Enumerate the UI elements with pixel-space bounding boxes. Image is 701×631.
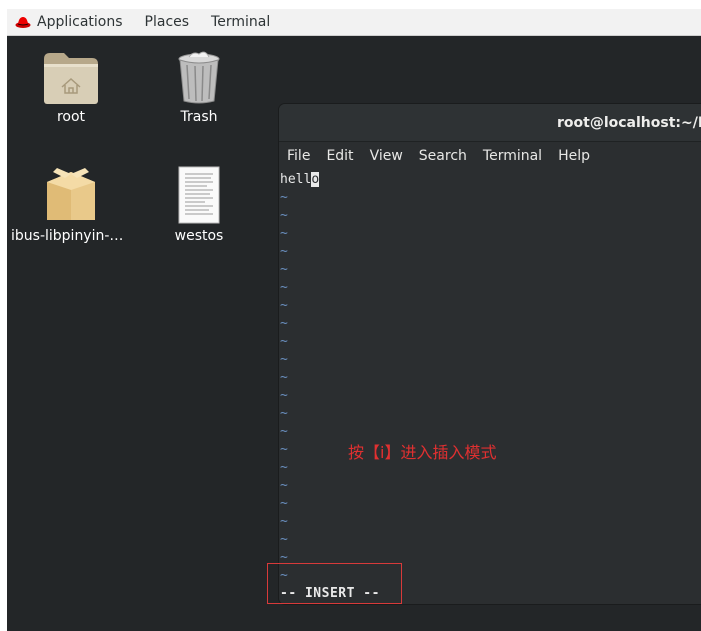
menu-edit[interactable]: Edit bbox=[318, 148, 361, 164]
tilde-marker: ~ bbox=[280, 460, 288, 475]
highlight-box bbox=[267, 563, 402, 604]
desktop-icon-ibus-package[interactable]: ibus-libpinyin-1.... bbox=[11, 164, 131, 244]
trash-icon bbox=[178, 51, 220, 104]
desktop-icon-label: root bbox=[56, 109, 86, 125]
desktop-icon-label: westos bbox=[174, 228, 224, 244]
tilde-marker: ~ bbox=[280, 334, 288, 349]
menu-search[interactable]: Search bbox=[411, 148, 475, 164]
terminal-window[interactable]: root@localhost:~/Des File Edit View Sear… bbox=[279, 104, 701, 604]
tilde-marker: ~ bbox=[280, 262, 288, 277]
terminal-text-area[interactable]: hello ~ ~ ~ ~ ~ ~ ~ ~ ~ ~ ~ ~ ~ ~ ~ ~ ~ ~ ~ ~ ~ ~ -- INSERT -… bbox=[279, 170, 701, 604]
tilde-marker: ~ bbox=[280, 478, 288, 493]
menu-file[interactable]: File bbox=[279, 148, 318, 164]
tilde-marker: ~ bbox=[280, 496, 288, 511]
tilde-marker: ~ bbox=[280, 388, 288, 403]
terminal-menubar: File Edit View Search Terminal Help bbox=[279, 142, 701, 171]
tilde-marker: ~ bbox=[280, 442, 288, 457]
terminal-app-label: Terminal bbox=[211, 14, 271, 30]
top-bar: Applications Places Terminal bbox=[7, 9, 701, 36]
places-label: Places bbox=[144, 14, 190, 30]
line-text: hell bbox=[280, 172, 312, 187]
tilde-marker: ~ bbox=[280, 190, 288, 205]
places-menu[interactable]: Places bbox=[134, 9, 201, 35]
tilde-marker: ~ bbox=[280, 370, 288, 385]
applications-menu[interactable]: Applications bbox=[7, 9, 134, 35]
tilde-marker: ~ bbox=[280, 298, 288, 313]
terminal-title[interactable]: root@localhost:~/Des bbox=[279, 104, 701, 142]
text-cursor: o bbox=[311, 172, 320, 187]
applications-label: Applications bbox=[37, 14, 123, 30]
annotation-text: 按【i】进入插入模式 bbox=[348, 443, 497, 462]
tilde-marker: ~ bbox=[280, 424, 288, 439]
menu-terminal[interactable]: Terminal bbox=[475, 148, 550, 164]
desktop-icon-root[interactable]: root bbox=[11, 49, 131, 125]
desktop-icon-trash[interactable]: Trash bbox=[139, 49, 259, 125]
tilde-marker: ~ bbox=[280, 406, 288, 421]
tilde-marker: ~ bbox=[280, 244, 288, 259]
tilde-marker: ~ bbox=[280, 208, 288, 223]
menu-view[interactable]: View bbox=[362, 148, 411, 164]
tilde-marker: ~ bbox=[280, 316, 288, 331]
tilde-marker: ~ bbox=[280, 226, 288, 241]
package-icon bbox=[47, 168, 95, 220]
redhat-logo-icon bbox=[15, 17, 31, 28]
home-folder-icon bbox=[44, 53, 98, 104]
tilde-marker: ~ bbox=[280, 280, 288, 295]
tilde-marker: ~ bbox=[280, 532, 288, 547]
text-file-icon bbox=[178, 166, 220, 224]
editor-first-line: hello bbox=[280, 171, 320, 189]
terminal-app-menu[interactable]: Terminal bbox=[200, 9, 281, 35]
desktop-icon-label: Trash bbox=[180, 109, 218, 125]
tilde-marker: ~ bbox=[280, 514, 288, 529]
tilde-marker: ~ bbox=[280, 352, 288, 367]
desktop-icon-label: ibus-libpinyin-1.... bbox=[11, 228, 131, 244]
desktop-icon-westos[interactable]: westos bbox=[139, 166, 259, 244]
menu-help[interactable]: Help bbox=[550, 148, 598, 164]
